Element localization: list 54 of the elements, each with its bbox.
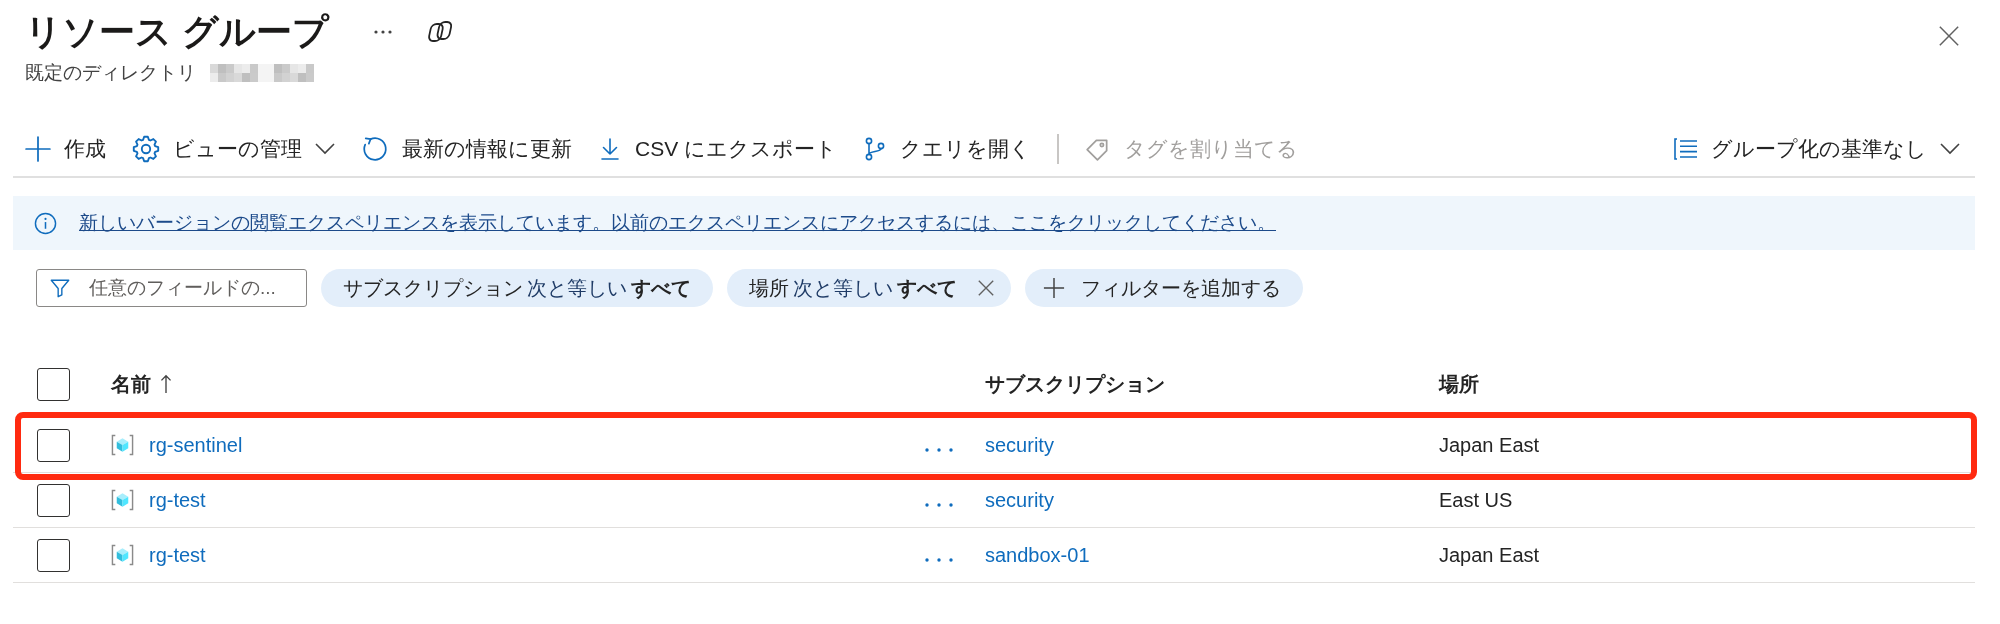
column-header[interactable]: 名前 [111,369,172,399]
location-cell: Japan East [1439,434,1540,456]
location-cell: East US [1439,489,1513,511]
cube-icon [111,543,134,567]
checkbox[interactable] [37,538,70,572]
location-cell: Japan East [1439,544,1540,566]
manage-view-button[interactable]: ビューの管理 [132,131,335,167]
column-header[interactable]: 場所 [1439,369,1479,399]
resource-group-link[interactable]: rg-test [149,540,206,570]
filter-pill[interactable]: サブスクリプション 次と等しい すべて [321,269,713,307]
add-filter-button[interactable]: フィルターを追加する [1025,269,1303,307]
more-icon [374,30,392,34]
tag-icon [1085,136,1111,162]
subscription-link[interactable]: security [985,434,1054,456]
plus-icon [1043,277,1065,299]
more-icon [925,503,953,507]
plus-icon [25,136,51,162]
create-button[interactable]: 作成 [25,131,106,167]
info-icon [34,211,57,235]
close-button[interactable] [1938,25,1960,47]
column-header[interactable]: サブスクリプション [985,369,1165,399]
download-icon [598,136,622,162]
refresh-icon [361,135,389,163]
subscription-link[interactable]: security [985,489,1054,511]
page-title: リソース グループ [25,10,329,54]
open-query-button[interactable]: クエリを開く [863,131,1031,167]
search-field[interactable]: 任意のフィールドの... [36,269,307,307]
close-icon [1938,25,1960,47]
subscription-link[interactable]: sandbox-01 [985,544,1090,566]
filter-pill[interactable]: 場所 次と等しい すべて [727,269,1011,307]
checkbox[interactable] [37,428,70,462]
checkbox[interactable] [37,367,70,401]
refresh-button[interactable]: 最新の情報に更新 [361,131,572,167]
resource-group-link[interactable]: rg-sentinel [149,430,243,460]
notice-link[interactable]: 新しいバージョンの閲覧エクスペリエンスを表示しています。以前のエクスペリエンスにアクセスするには、ここをクリックしてください。 [79,208,1276,238]
branch-icon [863,136,887,162]
checkbox[interactable] [37,483,70,517]
cube-icon [111,433,134,457]
list-icon [1674,137,1698,161]
row-more-button[interactable] [925,558,953,562]
cube-icon [111,488,134,512]
row-more-button[interactable] [925,448,953,452]
row-more-button[interactable] [925,503,953,507]
group-by-button[interactable]: グループ化の基準なし [1674,131,1960,167]
more-button[interactable] [374,30,392,34]
chevron-down-icon [1940,143,1960,155]
directory-label: 既定のディレクトリ [25,61,196,85]
resource-group-link[interactable]: rg-test [149,485,206,515]
filter-icon [49,277,71,299]
export-csv-button[interactable]: CSV にエクスポート [598,131,837,167]
more-icon [925,558,953,562]
remove-icon[interactable] [977,279,995,297]
gear-icon [132,135,160,163]
more-icon [925,448,953,452]
